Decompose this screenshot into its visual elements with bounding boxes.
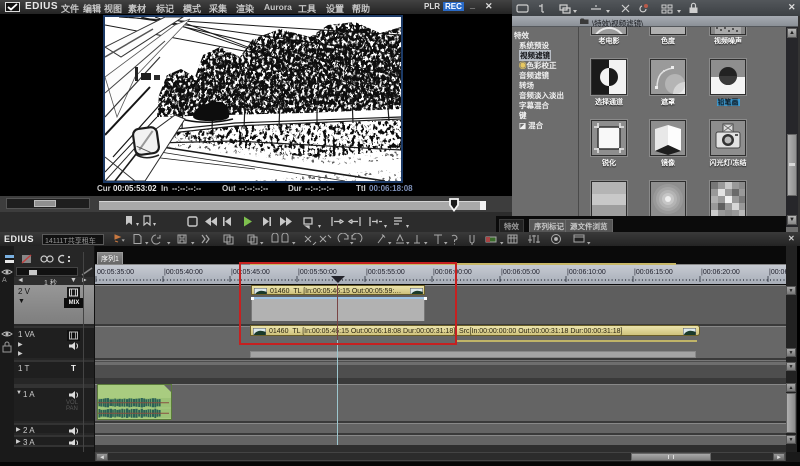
svg-text:|00:06: |00:06 [769,269,786,276]
svg-text:|00:06:05:00: |00:06:05:00 [501,269,540,276]
svg-text:00:05:35:00: 00:05:35:00 [97,269,134,276]
svg-text:|00:05:40:00: |00:05:40:00 [164,269,203,276]
svg-text:|00:06:10:00: |00:06:10:00 [567,269,606,276]
svg-text:|00:06:15:00: |00:06:15:00 [634,269,673,276]
svg-text:|00:06:20:00: |00:06:20:00 [701,269,740,276]
